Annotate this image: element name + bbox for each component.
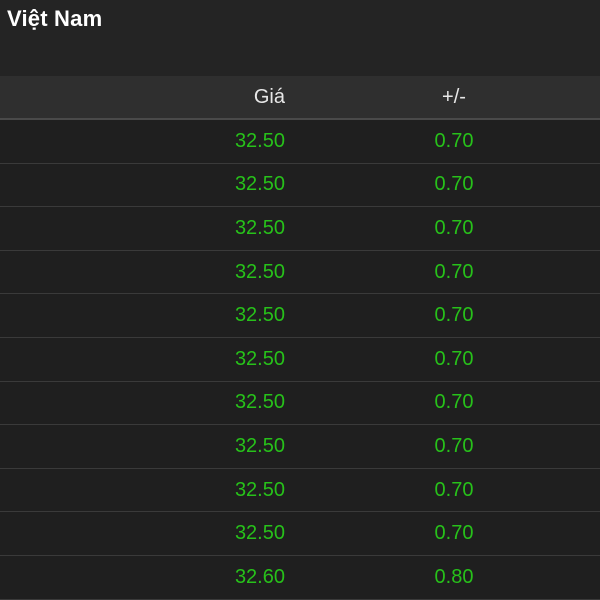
- change-cell: 0.70: [434, 304, 474, 327]
- table-row[interactable]: 32.50 0.70: [0, 164, 600, 208]
- price-cell: 32.50: [234, 216, 285, 239]
- table-row[interactable]: 32.50 0.70: [0, 469, 600, 513]
- change-cell: 0.80: [434, 565, 474, 588]
- column-header-change[interactable]: +/-: [414, 76, 494, 118]
- table-row[interactable]: 32.50 0.70: [0, 294, 600, 338]
- price-cell: 32.50: [234, 522, 285, 545]
- price-cell: 32.50: [234, 129, 285, 152]
- table-row[interactable]: 32.50 0.70: [0, 382, 600, 426]
- price-table: 32.50 0.70 32.50 0.70 32.50 0.70 32.50 0…: [0, 120, 600, 600]
- change-cell: 0.70: [434, 129, 474, 152]
- page-title: Việt Nam: [7, 6, 103, 31]
- table-row[interactable]: 32.50 0.70: [0, 338, 600, 382]
- table-row[interactable]: 32.60 0.80: [0, 556, 600, 600]
- change-cell: 0.70: [434, 478, 474, 501]
- change-cell: 0.70: [434, 522, 474, 545]
- price-cell: 32.50: [234, 173, 285, 196]
- price-cell: 32.50: [234, 391, 285, 414]
- price-cell: 32.50: [234, 347, 285, 370]
- table-row[interactable]: 32.50 0.70: [0, 120, 600, 164]
- table-header: Giá +/-: [0, 76, 600, 120]
- table-row[interactable]: 32.50 0.70: [0, 512, 600, 556]
- price-cell: 32.50: [234, 434, 285, 457]
- table-row[interactable]: 32.50 0.70: [0, 251, 600, 295]
- change-cell: 0.70: [434, 347, 474, 370]
- column-header-price[interactable]: Giá: [254, 76, 285, 118]
- change-cell: 0.70: [434, 216, 474, 239]
- price-cell: 32.50: [234, 260, 285, 283]
- table-row[interactable]: 32.50 0.70: [0, 207, 600, 251]
- change-cell: 0.70: [434, 434, 474, 457]
- change-cell: 0.70: [434, 173, 474, 196]
- price-cell: 32.60: [234, 565, 285, 588]
- price-cell: 32.50: [234, 478, 285, 501]
- change-cell: 0.70: [434, 260, 474, 283]
- table-row[interactable]: 32.50 0.70: [0, 425, 600, 469]
- change-cell: 0.70: [434, 391, 474, 414]
- price-cell: 32.50: [234, 304, 285, 327]
- title-bar: Việt Nam: [0, 0, 600, 76]
